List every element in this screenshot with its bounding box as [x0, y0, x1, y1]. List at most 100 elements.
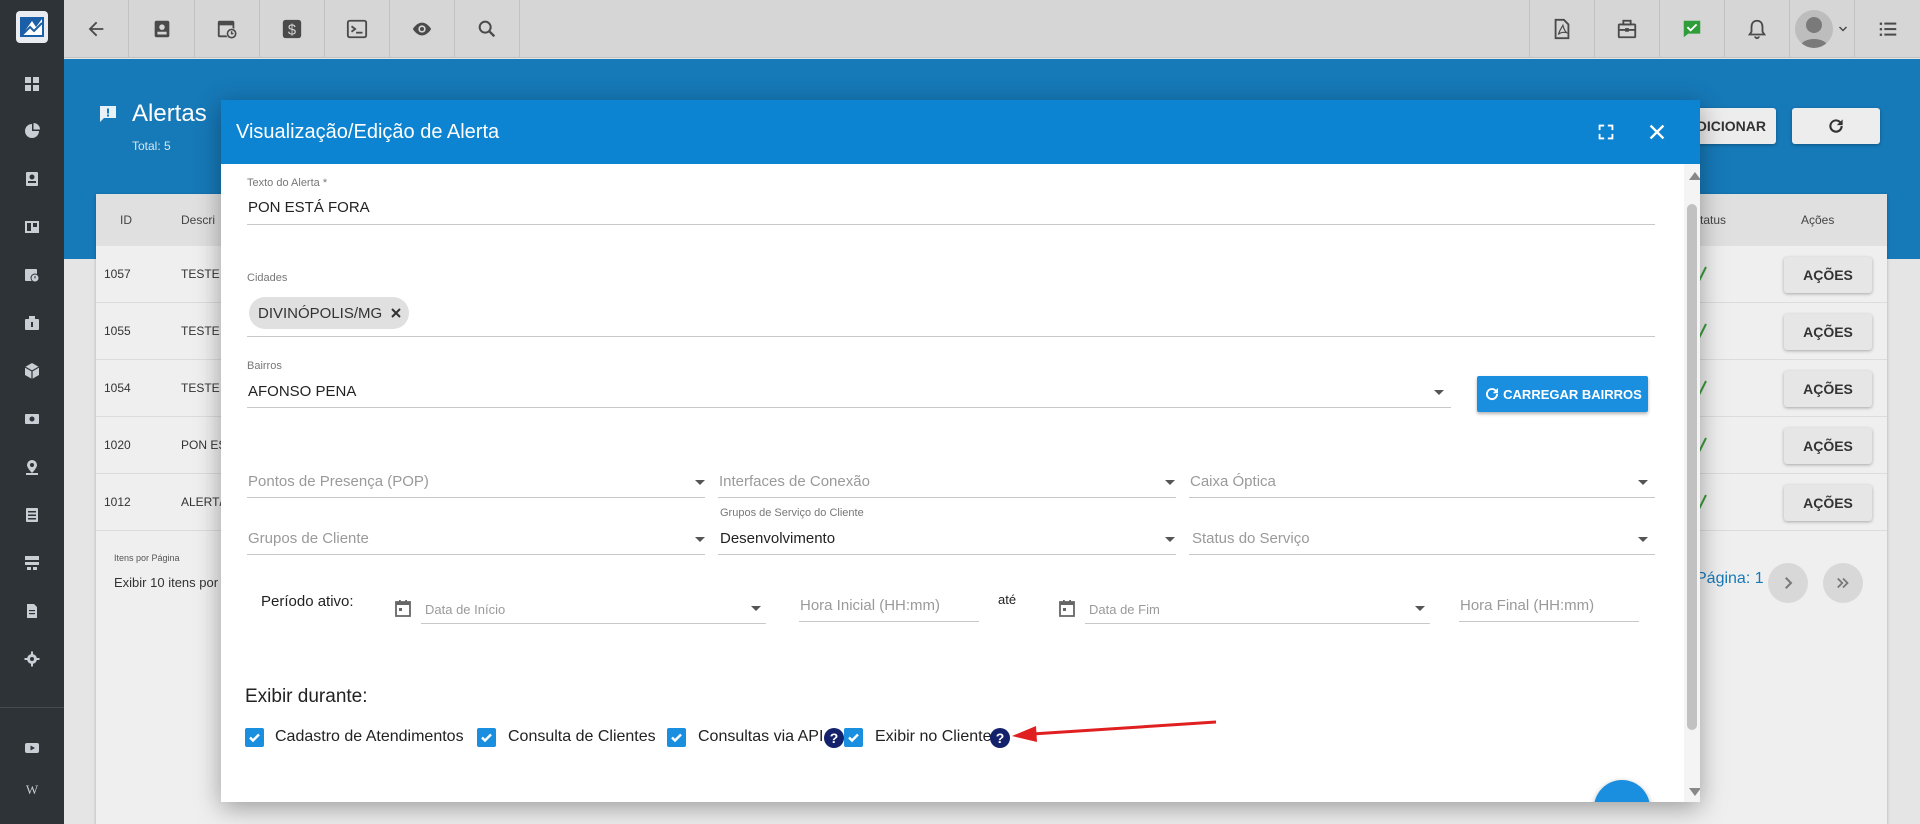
row-actions-button[interactable]: AÇÕES — [1784, 371, 1872, 407]
dashboard-icon[interactable] — [0, 66, 64, 102]
app-logo-icon[interactable] — [16, 11, 48, 43]
interfaces-dropdown-icon[interactable] — [1165, 480, 1175, 485]
calendar-icon[interactable] — [393, 598, 413, 618]
pop-dropdown-icon[interactable] — [695, 480, 705, 485]
money-icon[interactable] — [0, 401, 64, 437]
main-menu-button[interactable] — [1854, 0, 1920, 58]
arrow-left-icon — [88, 21, 104, 37]
start-date-input[interactable]: Data de Início — [425, 602, 505, 617]
service-groups-select[interactable]: Desenvolvimento — [720, 530, 835, 547]
next-page-button[interactable] — [1768, 563, 1808, 603]
video-icon[interactable] — [0, 730, 64, 766]
row-description: ALERT/ — [181, 495, 223, 509]
package-icon[interactable] — [0, 353, 64, 389]
fullscreen-button[interactable] — [1594, 120, 1618, 144]
neighborhood-select[interactable]: AFONSO PENA — [248, 383, 356, 400]
refresh-button[interactable] — [1792, 108, 1880, 144]
start-time-input[interactable]: Hora Inicial (HH:mm) — [800, 597, 940, 614]
help-icon[interactable]: ? — [990, 728, 1010, 748]
row-actions-button[interactable]: AÇÕES — [1784, 485, 1872, 521]
scroll-down-arrow[interactable] — [1689, 788, 1700, 796]
pdf-button[interactable] — [1529, 0, 1594, 58]
alert-text-input[interactable]: PON ESTÁ FORA — [248, 199, 370, 216]
checkbox-consulta-clientes[interactable] — [477, 728, 496, 747]
service-status-dropdown-icon[interactable] — [1638, 537, 1648, 542]
cities-label: Cidades — [247, 272, 288, 284]
caixa-optica-select[interactable]: Caixa Óptica — [1190, 473, 1276, 490]
end-date-input[interactable]: Data de Fim — [1089, 602, 1160, 617]
column-description[interactable]: Descri — [181, 213, 215, 227]
checkbox-label[interactable]: Exibir no Cliente — [875, 728, 992, 746]
gear-icon[interactable] — [0, 641, 64, 677]
list-icon[interactable] — [0, 497, 64, 533]
row-id: 1012 — [104, 495, 131, 509]
back-button[interactable] — [64, 0, 129, 58]
history-button[interactable] — [195, 0, 260, 58]
client-groups-dropdown-icon[interactable] — [695, 537, 705, 542]
network-icon[interactable] — [0, 545, 64, 581]
start-time-underline — [799, 621, 979, 622]
load-neighborhoods-button[interactable]: CARREGAR BAIRROS — [1477, 376, 1648, 412]
annotation-arrow-icon — [1012, 720, 1217, 742]
help-icon[interactable]: ? — [824, 728, 844, 748]
toolbox-button[interactable] — [1594, 0, 1659, 58]
chip-remove-icon[interactable] — [389, 306, 403, 320]
interfaces-select[interactable]: Interfaces de Conexão — [719, 473, 870, 490]
finance-button[interactable]: $ — [260, 0, 325, 58]
checkbox-consultas-api[interactable] — [667, 728, 686, 747]
checkbox-label[interactable]: Consultas via API — [698, 728, 823, 746]
row-description: TESTE — [181, 381, 220, 395]
end-time-input[interactable]: Hora Final (HH:mm) — [1460, 597, 1594, 614]
chat-button[interactable] — [1659, 0, 1724, 58]
board-icon[interactable] — [0, 209, 64, 245]
map-pin-icon[interactable] — [0, 449, 64, 485]
sidebar-w-item[interactable]: W — [0, 782, 64, 798]
row-actions-button[interactable]: AÇÕES — [1784, 257, 1872, 293]
end-date-dropdown-icon[interactable] — [1415, 606, 1425, 611]
calendar-icon[interactable] — [1057, 598, 1077, 618]
fullscreen-icon — [1598, 124, 1614, 140]
client-groups-select[interactable]: Grupos de Cliente — [248, 530, 369, 547]
contact-button[interactable] — [130, 0, 195, 58]
items-per-page-select[interactable]: Exibir 10 itens por — [114, 575, 218, 590]
checkbox-label[interactable]: Consulta de Clientes — [508, 728, 656, 746]
dollar-icon: $ — [282, 19, 302, 39]
row-actions-button[interactable]: AÇÕES — [1784, 428, 1872, 464]
history-calendar-icon — [217, 20, 238, 40]
start-date-dropdown-icon[interactable] — [751, 606, 761, 611]
save-fab-button[interactable] — [1594, 780, 1650, 802]
pop-select[interactable]: Pontos de Presença (POP) — [248, 473, 429, 490]
end-time-underline — [1459, 621, 1639, 622]
city-chip: DIVINÓPOLIS/MG — [249, 297, 409, 329]
column-status[interactable]: tatus — [1700, 213, 1726, 227]
last-page-button[interactable] — [1823, 563, 1863, 603]
terminal-button[interactable] — [325, 0, 390, 58]
neighborhood-label: Bairros — [247, 360, 282, 372]
alert-message-icon — [98, 104, 118, 124]
tools-icon[interactable] — [0, 305, 64, 341]
neighborhood-dropdown-icon[interactable] — [1434, 390, 1444, 395]
checkbox-cadastro-atendimentos[interactable] — [245, 728, 264, 747]
checkbox-exibir-cliente[interactable] — [844, 728, 863, 747]
scroll-up-arrow[interactable] — [1689, 172, 1700, 180]
notifications-button[interactable] — [1724, 0, 1789, 58]
service-status-underline — [1189, 554, 1655, 555]
pie-chart-icon[interactable] — [0, 113, 64, 149]
user-menu-button[interactable] — [1789, 0, 1854, 58]
document-icon[interactable] — [0, 593, 64, 629]
service-status-select[interactable]: Status do Serviço — [1192, 530, 1310, 547]
history-icon[interactable] — [0, 257, 64, 293]
close-button[interactable] — [1645, 120, 1669, 144]
service-groups-dropdown-icon[interactable] — [1165, 537, 1175, 542]
check-icon — [671, 733, 682, 743]
checkbox-label[interactable]: Cadastro de Atendimentos — [275, 728, 464, 746]
caixa-optica-dropdown-icon[interactable] — [1638, 480, 1648, 485]
scroll-thumb[interactable] — [1687, 204, 1697, 730]
contact-card-icon[interactable] — [0, 161, 64, 197]
view-button[interactable] — [390, 0, 455, 58]
display-during-title: Exibir durante: — [245, 686, 368, 707]
row-actions-button[interactable]: AÇÕES — [1784, 314, 1872, 350]
search-button[interactable] — [455, 0, 520, 58]
column-id[interactable]: ID — [120, 213, 132, 227]
service-groups-underline — [718, 554, 1176, 555]
